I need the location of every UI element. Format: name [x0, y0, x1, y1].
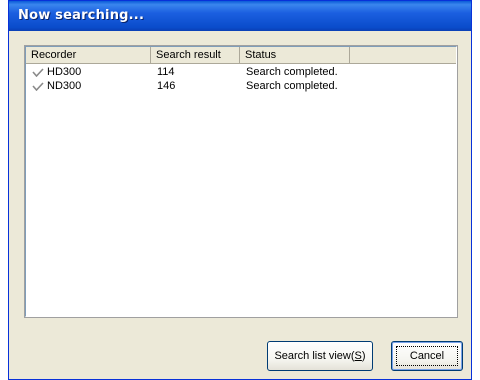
search-dialog: Now searching... Recorder Search result … [8, 0, 472, 380]
list-item[interactable]: HD300 114 Search completed. [26, 65, 456, 79]
search-list-view-shortcut: S [354, 350, 362, 362]
title-bar[interactable]: Now searching... [9, 1, 471, 31]
column-header-recorder[interactable]: Recorder [26, 47, 151, 64]
cancel-button[interactable]: Cancel [391, 341, 463, 371]
column-header-search-result[interactable]: Search result [151, 47, 240, 64]
dialog-title: Now searching... [18, 8, 145, 23]
status-text: Search completed. [246, 66, 338, 78]
search-list-view-label: Search list view [274, 350, 351, 362]
column-header-empty[interactable] [350, 47, 456, 64]
search-result-count: 114 [157, 66, 175, 78]
cancel-label: Cancel [409, 350, 445, 362]
recorder-name: HD300 [47, 66, 82, 78]
check-icon [32, 82, 44, 91]
column-header-status[interactable]: Status [240, 47, 350, 64]
recorder-name: ND300 [47, 80, 82, 92]
check-icon [32, 68, 44, 77]
results-list[interactable]: Recorder Search result Status HD300 114 … [25, 46, 457, 317]
status-text: Search completed. [246, 80, 338, 92]
list-header: Recorder Search result Status [26, 47, 456, 65]
search-list-view-button[interactable]: Search list view(S) [267, 341, 373, 371]
search-result-count: 146 [157, 80, 176, 92]
list-item[interactable]: ND300 146 Search completed. [26, 79, 456, 93]
